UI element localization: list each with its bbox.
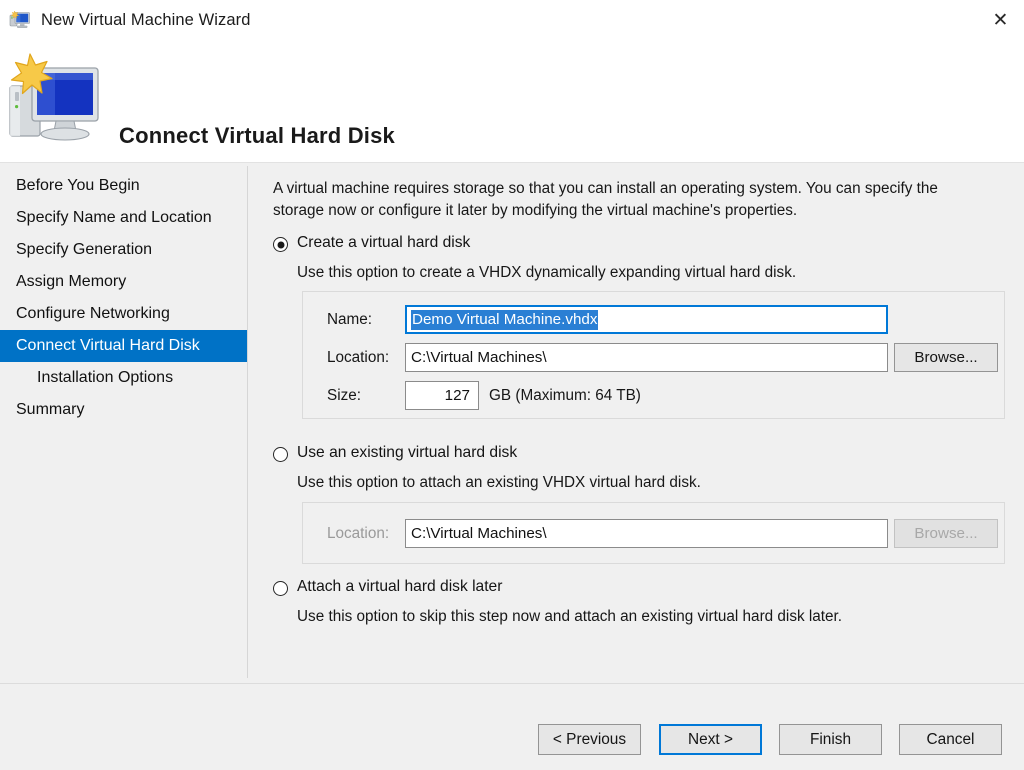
previous-button[interactable]: < Previous: [538, 724, 641, 755]
radio-create-virtual-hard-disk[interactable]: Create a virtual hard disk: [273, 234, 470, 252]
radio-indicator-existing[interactable]: [273, 447, 288, 462]
next-button[interactable]: Next >: [659, 724, 762, 755]
sidebar-item-connect-virtual-hard-disk[interactable]: Connect Virtual Hard Disk: [0, 330, 248, 362]
location-field-row: Location: C:\Virtual Machines\ Browse...: [327, 343, 998, 372]
wizard-footer: < Previous Next > Finish Cancel: [0, 684, 1024, 770]
radio-attach-later[interactable]: Attach a virtual hard disk later: [273, 578, 502, 596]
size-field-row: Size: 127 GB (Maximum: 64 TB): [327, 381, 641, 410]
close-icon[interactable]: ✕: [977, 0, 1024, 40]
sidebar-item-specify-generation[interactable]: Specify Generation: [0, 234, 248, 266]
name-input[interactable]: Demo Virtual Machine.vhdx: [405, 305, 888, 334]
page-title: Connect Virtual Hard Disk: [119, 123, 395, 149]
option-description-create: Use this option to create a VHDX dynamic…: [297, 264, 796, 282]
wizard-content-panel: A virtual machine requires storage so th…: [248, 164, 1024, 678]
radio-label-existing: Use an existing virtual hard disk: [297, 444, 517, 462]
radio-label-create: Create a virtual hard disk: [297, 234, 470, 252]
radio-use-existing-virtual-hard-disk[interactable]: Use an existing virtual hard disk: [273, 444, 517, 462]
wizard-steps-sidebar: Before You Begin Specify Name and Locati…: [0, 164, 248, 678]
sidebar-item-label: Connect Virtual Hard Disk: [16, 337, 200, 355]
title-bar: New Virtual Machine Wizard ✕: [0, 0, 1024, 40]
sidebar-item-label: Configure Networking: [16, 305, 170, 323]
size-input[interactable]: 127: [405, 381, 479, 410]
browse-button[interactable]: Browse...: [894, 343, 998, 372]
sidebar-item-summary[interactable]: Summary: [0, 394, 248, 426]
existing-location-label: Location:: [327, 525, 405, 543]
sidebar-item-assign-memory[interactable]: Assign Memory: [0, 266, 248, 298]
sidebar-item-label: Specify Generation: [16, 241, 152, 259]
radio-label-attach-later: Attach a virtual hard disk later: [297, 578, 502, 596]
wizard-window: New Virtual Machine Wizard ✕: [0, 0, 1024, 770]
name-field-row: Name: Demo Virtual Machine.vhdx: [327, 305, 888, 334]
sidebar-item-installation-options[interactable]: Installation Options: [0, 362, 248, 394]
virtual-machine-monitor-icon: [6, 52, 102, 144]
size-maximum-hint: GB (Maximum: 64 TB): [489, 387, 641, 405]
name-input-value: Demo Virtual Machine.vhdx: [411, 310, 598, 330]
sidebar-item-label: Before You Begin: [16, 177, 140, 195]
sidebar-item-before-you-begin[interactable]: Before You Begin: [0, 170, 248, 202]
window-title: New Virtual Machine Wizard: [41, 11, 251, 30]
existing-location-input[interactable]: C:\Virtual Machines\: [405, 519, 888, 548]
existing-browse-button: Browse...: [894, 519, 998, 548]
sidebar-item-label: Assign Memory: [16, 273, 126, 291]
radio-indicator-create[interactable]: [273, 237, 288, 252]
existing-disk-groupbox: Location: C:\Virtual Machines\ Browse...: [302, 502, 1005, 564]
location-label: Location:: [327, 349, 405, 367]
name-label: Name:: [327, 311, 405, 329]
sidebar-item-label: Specify Name and Location: [16, 209, 212, 227]
location-input[interactable]: C:\Virtual Machines\: [405, 343, 888, 372]
sidebar-item-configure-networking[interactable]: Configure Networking: [0, 298, 248, 330]
create-disk-groupbox: Name: Demo Virtual Machine.vhdx Location…: [302, 291, 1005, 419]
finish-button[interactable]: Finish: [779, 724, 882, 755]
option-description-attach-later: Use this option to skip this step now an…: [297, 608, 842, 626]
sidebar-item-label: Installation Options: [37, 369, 173, 387]
wizard-header: Connect Virtual Hard Disk: [0, 40, 1024, 163]
sidebar-item-label: Summary: [16, 401, 84, 419]
radio-indicator-attach-later[interactable]: [273, 581, 288, 596]
sidebar-item-specify-name-and-location[interactable]: Specify Name and Location: [0, 202, 248, 234]
cancel-button[interactable]: Cancel: [899, 724, 1002, 755]
existing-location-field-row: Location: C:\Virtual Machines\ Browse...: [327, 519, 998, 548]
virtual-machine-icon: [9, 10, 31, 30]
intro-paragraph: A virtual machine requires storage so th…: [273, 178, 979, 222]
size-label: Size:: [327, 387, 405, 405]
option-description-existing: Use this option to attach an existing VH…: [297, 474, 701, 492]
